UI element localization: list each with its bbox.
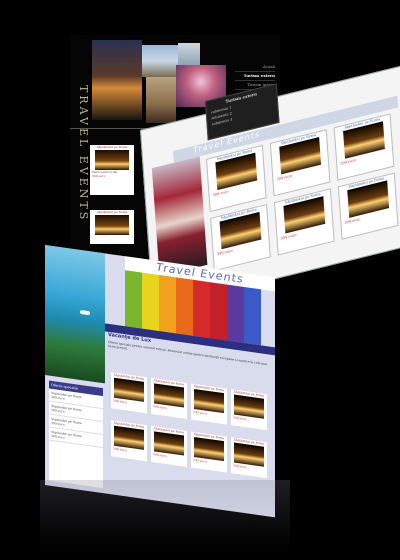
colosseum-image: [114, 377, 144, 402]
colosseum-image: [95, 215, 129, 235]
color-band: [159, 275, 176, 334]
sidebar-offers: Oferte speciale Săptămâni pe Roma 399 eur…: [49, 380, 103, 489]
building-photo: [146, 77, 176, 123]
colosseum-image: [95, 150, 129, 170]
offer-card[interactable]: Săptămâni pe Roma 399 euro: [151, 377, 187, 419]
tropical-beach-photo: [45, 245, 105, 384]
card-price: 399 euro: [92, 174, 106, 178]
color-band: [244, 286, 261, 346]
site-title-vertical: TRAVEL EVENTS: [77, 85, 90, 223]
color-band: [142, 272, 159, 332]
offer-card[interactable]: Săptămâni pe Roma 399 euro: [205, 144, 267, 213]
colosseum-image: [234, 394, 264, 419]
card-title: Săptămâni pe Roma: [96, 145, 128, 149]
venetian-mask-photo: [151, 156, 208, 277]
offer-card[interactable]: Săptămâni pe Roma: [90, 210, 134, 244]
offer-card[interactable]: Săptămâni pe Roma 399 euro: [231, 437, 267, 479]
colosseum-image: [154, 383, 184, 408]
offer-card[interactable]: Săptămâni pe Roma 399 euro: [337, 172, 399, 240]
city-night-photo: [92, 40, 142, 120]
floor-reflection: [40, 480, 290, 550]
offer-card[interactable]: Săptămâni pe Roma 399 euro: [191, 431, 227, 473]
offer-card[interactable]: Săptămâni pe Roma 399 euro: [191, 383, 227, 425]
color-band: [193, 279, 210, 339]
offer-card[interactable]: Săptămâni pe Roma 399 euro: [151, 425, 187, 467]
offer-card[interactable]: Săptămâni pe Roma 399 euro: [333, 113, 395, 181]
offer-card[interactable]: Săptămâni pe Roma Oferte pentru 5 zile 3…: [90, 145, 134, 195]
sky-photo: [142, 45, 178, 77]
offer-card[interactable]: Săptămâni pe Roma 399 euro: [269, 129, 331, 197]
colosseum-image: [114, 425, 144, 450]
color-band: [125, 270, 142, 329]
colorful-site-mockup: Travel Events Vacanţe de Lux Oferte spec…: [45, 245, 275, 518]
color-band: [176, 277, 193, 336]
showcase-stage: TRAVEL EVENTS Acasă Turism extern Turism…: [0, 0, 400, 560]
nav-item[interactable]: Acasă: [235, 63, 275, 72]
color-band: [227, 284, 244, 343]
colosseum-image: [234, 442, 264, 467]
offer-card[interactable]: Săptămâni pe Roma 399 euro: [231, 389, 267, 431]
offer-card[interactable]: Săptămâni pe Roma 399 euro: [111, 372, 147, 414]
offer-card[interactable]: Săptămâni pe Roma 399 euro: [210, 203, 271, 272]
offer-card[interactable]: Săptămâni pe Roma 399 euro: [274, 188, 335, 256]
colosseum-image: [194, 388, 224, 414]
color-band: [210, 282, 227, 341]
colosseum-image: [194, 436, 224, 462]
card-title: Săptămâni pe Roma: [96, 210, 128, 214]
landscape-photo: [178, 43, 200, 65]
nav-item-active[interactable]: Turism extern: [235, 72, 275, 81]
offer-card[interactable]: Săptămâni pe Roma 399 euro: [111, 420, 147, 462]
colosseum-image: [154, 431, 184, 456]
